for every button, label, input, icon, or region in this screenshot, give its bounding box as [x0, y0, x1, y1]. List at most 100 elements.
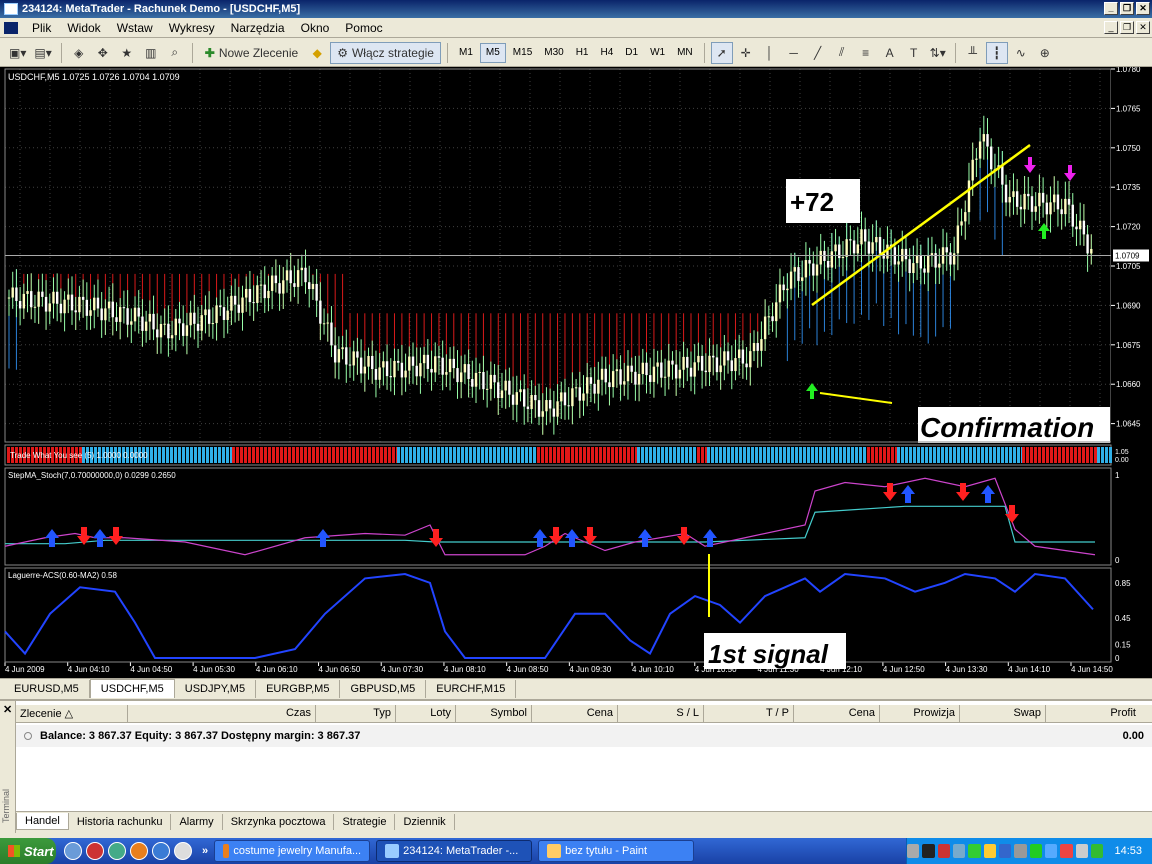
balance-row[interactable]: Balance: 3 867.37 Equity: 3 867.37 Dostę…	[16, 725, 1152, 747]
symbol-tab-usdchf[interactable]: USDCHF,M5	[89, 679, 175, 698]
tab-strategie[interactable]: Strategie	[334, 813, 396, 830]
chart-restore-icon[interactable]: ❐	[1120, 21, 1134, 34]
timeframe-m5[interactable]: M5	[479, 42, 506, 63]
task-paint[interactable]: bez tytułu - Paint	[538, 840, 695, 862]
tray-icon-3[interactable]	[937, 844, 951, 858]
symbol-tab-gbpusd[interactable]: GBPUSD,M5	[340, 680, 427, 698]
fibonacci-icon[interactable]: ≡	[855, 42, 877, 64]
tray-icon-9[interactable]	[1029, 844, 1043, 858]
cursor-icon[interactable]: ➚	[710, 41, 733, 64]
arrows-icon[interactable]: ⇅▾	[927, 42, 949, 64]
zoom-in-icon[interactable]: ⊕	[1034, 42, 1056, 64]
media-icon[interactable]	[174, 842, 192, 860]
timeframe-w1[interactable]: W1	[645, 43, 670, 63]
timeframe-m15[interactable]: M15	[508, 43, 537, 63]
col-swap[interactable]: Swap	[960, 705, 1046, 722]
timeframe-h4[interactable]: H4	[596, 43, 619, 63]
col-czas[interactable]: Czas	[128, 705, 316, 722]
timeframe-m30[interactable]: M30	[539, 43, 568, 63]
tester-icon[interactable]: ⌕	[164, 42, 186, 64]
symbol-tab-eurgbp[interactable]: EURGBP,M5	[256, 680, 341, 698]
horizontal-line-icon[interactable]: ─	[783, 42, 805, 64]
line-chart-icon[interactable]: ∿	[1010, 42, 1032, 64]
timeframe-mn[interactable]: MN	[672, 43, 698, 63]
col-profit[interactable]: Profit	[1046, 705, 1140, 722]
internet-explorer-icon[interactable]	[152, 842, 170, 860]
col-typ[interactable]: Typ	[316, 705, 396, 722]
chart-close-icon[interactable]: ✕	[1136, 21, 1150, 34]
col-loty[interactable]: Loty	[396, 705, 456, 722]
new-chart-icon[interactable]: ▣▾	[6, 42, 29, 64]
col-tp[interactable]: T / P	[704, 705, 794, 722]
candlestick-icon[interactable]: ┇	[985, 41, 1008, 64]
symbol-tab-usdjpy[interactable]: USDJPY,M5	[175, 680, 257, 698]
menu-okno[interactable]: Okno	[293, 19, 338, 37]
trendline-icon[interactable]: ╱	[807, 42, 829, 64]
tray-icon-5[interactable]	[968, 844, 981, 858]
col-cena[interactable]: Cena	[532, 705, 618, 722]
market-watch-icon[interactable]: ◈	[68, 42, 90, 64]
col-sl[interactable]: S / L	[618, 705, 704, 722]
profiles-icon[interactable]: ▤▾	[31, 42, 54, 64]
timeframe-d1[interactable]: D1	[620, 43, 643, 63]
tray-icon-11[interactable]	[1060, 844, 1073, 858]
symbol-tab-eurusd[interactable]: EURUSD,M5	[4, 680, 90, 698]
timeframe-m1[interactable]: M1	[454, 43, 478, 63]
tray-icon-8[interactable]	[1014, 844, 1027, 858]
menu-narzedzia[interactable]: Narzędzia	[223, 19, 293, 37]
tab-historia-rachunku[interactable]: Historia rachunku	[69, 813, 172, 830]
menu-pomoc[interactable]: Pomoc	[337, 19, 390, 37]
close-icon[interactable]: ✕	[1136, 2, 1150, 15]
taskbar-overflow-icon[interactable]: »	[202, 845, 208, 857]
vertical-line-icon[interactable]: │	[759, 42, 781, 64]
terminal-icon[interactable]: ▥	[140, 42, 162, 64]
new-order-button[interactable]: ✚ Nowe Zlecenie	[199, 42, 304, 64]
crosshair-icon[interactable]: ✛	[735, 42, 757, 64]
tray-icon-6[interactable]	[983, 844, 997, 858]
tray-icon-1[interactable]	[907, 844, 920, 858]
menu-wykresy[interactable]: Wykresy	[161, 19, 223, 37]
timeframe-h1[interactable]: H1	[571, 43, 594, 63]
firefox-icon[interactable]	[130, 842, 148, 860]
price-chart[interactable]: +72 Confirmation USDCHF,M5 1.0725 1.0726 …	[0, 67, 1152, 678]
data-window-icon[interactable]: ✥	[92, 42, 114, 64]
tab-dziennik[interactable]: Dziennik	[395, 813, 455, 830]
restore-icon[interactable]: ❐	[1120, 2, 1134, 15]
col-prowizja[interactable]: Prowizja	[880, 705, 960, 722]
text-label-icon[interactable]: T	[903, 42, 925, 64]
show-desktop-icon[interactable]	[64, 842, 82, 860]
col-zlecenie[interactable]: Zlecenie △	[16, 705, 128, 722]
tray-icon-2[interactable]	[922, 844, 935, 858]
messenger-icon[interactable]	[108, 842, 126, 860]
tray-icon-13[interactable]	[1091, 844, 1104, 858]
tray-icon-4[interactable]	[953, 844, 966, 858]
minimize-icon[interactable]: _	[1104, 2, 1118, 15]
candle-body	[945, 247, 948, 253]
media-player-icon[interactable]	[86, 842, 104, 860]
tab-skrzynka-pocztowa[interactable]: Skrzynka pocztowa	[223, 813, 335, 830]
menu-widok[interactable]: Widok	[59, 19, 108, 37]
terminal-close-icon[interactable]: ✕	[3, 703, 12, 716]
tray-icon-7[interactable]	[999, 844, 1012, 858]
tab-handel[interactable]: Handel	[16, 813, 69, 830]
col-cena-current[interactable]: Cena	[794, 705, 880, 722]
text-icon[interactable]: A	[879, 42, 901, 64]
chart-minimize-icon[interactable]: _	[1104, 21, 1118, 34]
tray-icon-12[interactable]	[1075, 844, 1089, 858]
tab-alarmy[interactable]: Alarmy	[171, 813, 223, 830]
tray-icon-10[interactable]	[1045, 844, 1058, 858]
col-symbol[interactable]: Symbol	[456, 705, 532, 722]
metaeditor-icon[interactable]: ◆	[306, 42, 328, 64]
symbol-tab-eurchf[interactable]: EURCHF,M15	[426, 680, 517, 698]
bar-chart-icon[interactable]: ╨	[962, 42, 984, 64]
enable-strategies-button[interactable]: ⚙ Włącz strategie	[330, 41, 441, 64]
menu-wstaw[interactable]: Wstaw	[109, 19, 161, 37]
start-button[interactable]: Start	[0, 838, 56, 864]
chart-window[interactable]: +72 Confirmation USDCHF,M5 1.0725 1.0726 …	[0, 67, 1152, 678]
equidistant-channel-icon[interactable]: ⫽	[831, 42, 853, 64]
navigator-icon[interactable]: ★	[116, 42, 138, 64]
task-metatrader[interactable]: 234124: MetaTrader -...	[376, 840, 533, 862]
chart-window-icon[interactable]	[4, 21, 18, 34]
task-firefox[interactable]: costume jewelry Manufa...	[214, 840, 371, 862]
menu-plik[interactable]: Plik	[24, 19, 59, 37]
